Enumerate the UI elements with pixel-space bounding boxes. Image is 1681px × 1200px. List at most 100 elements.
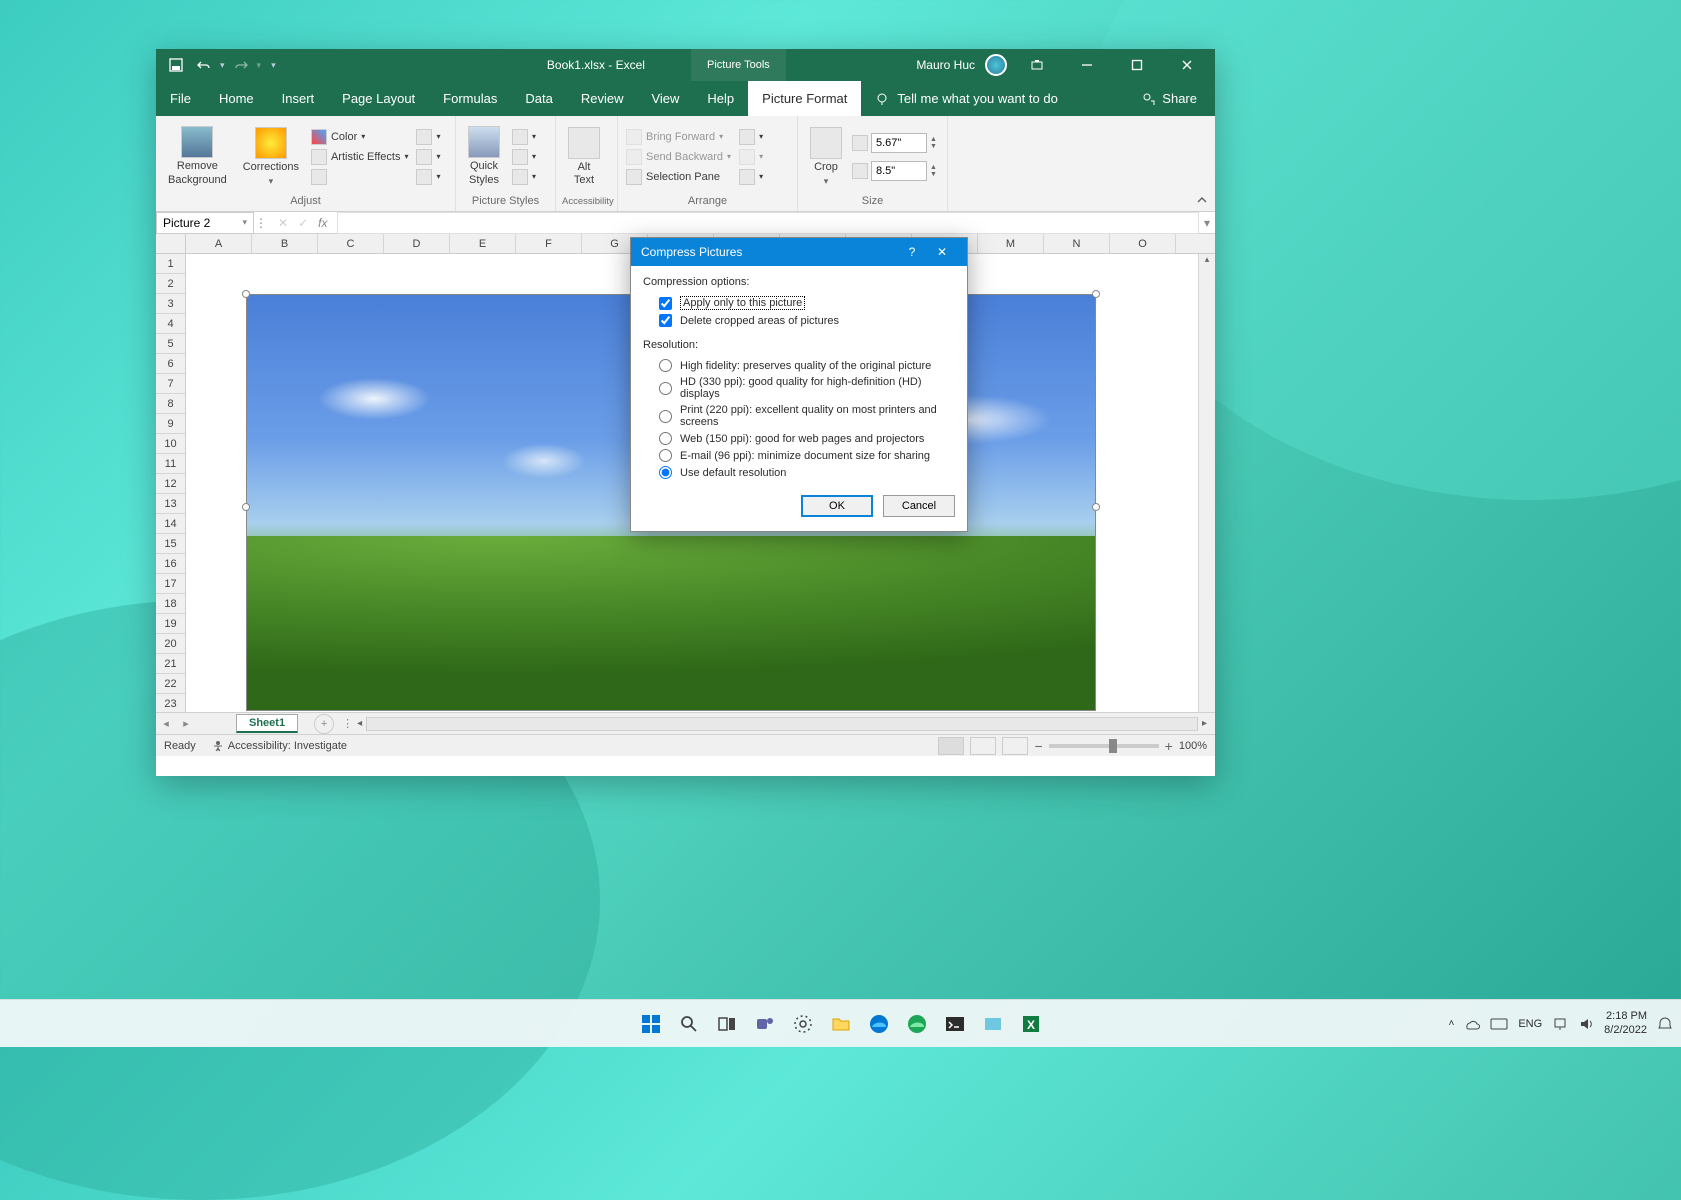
tab-insert[interactable]: Insert — [268, 81, 329, 116]
row-header[interactable]: 18 — [156, 594, 186, 614]
email-radio[interactable] — [659, 449, 672, 462]
resize-handle[interactable] — [1092, 290, 1100, 298]
picture-effects-button[interactable]: ▾ — [510, 148, 538, 166]
width-spinner-up[interactable]: ▲ — [930, 164, 937, 171]
cancel-formula-icon[interactable]: ✕ — [278, 216, 288, 230]
terminal-icon[interactable] — [939, 1008, 971, 1040]
file-explorer-icon[interactable] — [825, 1008, 857, 1040]
row-header[interactable]: 8 — [156, 394, 186, 414]
tab-data[interactable]: Data — [511, 81, 566, 116]
row-header[interactable]: 19 — [156, 614, 186, 634]
tab-file[interactable]: File — [156, 81, 205, 116]
col-header[interactable]: D — [384, 234, 450, 253]
select-all-corner[interactable] — [156, 234, 186, 253]
col-header[interactable]: E — [450, 234, 516, 253]
row-header[interactable]: 23 — [156, 694, 186, 712]
quick-styles-button[interactable]: Quick Styles — [462, 124, 506, 188]
teams-icon[interactable] — [749, 1008, 781, 1040]
page-break-view-button[interactable] — [1002, 737, 1028, 755]
undo-icon[interactable] — [192, 53, 216, 77]
app-icon[interactable] — [977, 1008, 1009, 1040]
maximize-button[interactable] — [1117, 49, 1157, 81]
col-header[interactable]: C — [318, 234, 384, 253]
save-icon[interactable] — [164, 53, 188, 77]
sheet-tab-sheet1[interactable]: Sheet1 — [236, 714, 298, 733]
tab-view[interactable]: View — [637, 81, 693, 116]
tab-home[interactable]: Home — [205, 81, 268, 116]
row-header[interactable]: 20 — [156, 634, 186, 654]
search-icon[interactable] — [673, 1008, 705, 1040]
redo-icon[interactable] — [229, 53, 253, 77]
language-indicator[interactable]: ENG — [1518, 1018, 1542, 1030]
col-header[interactable]: N — [1044, 234, 1110, 253]
dialog-close-button[interactable]: ✕ — [927, 245, 957, 259]
tab-picture-format[interactable]: Picture Format — [748, 81, 861, 116]
row-header[interactable]: 14 — [156, 514, 186, 534]
tab-help[interactable]: Help — [693, 81, 748, 116]
share-button[interactable]: Share — [1124, 81, 1215, 116]
horizontal-scrollbar[interactable] — [366, 717, 1198, 731]
fx-icon[interactable]: fx — [318, 216, 327, 230]
width-spinner-down[interactable]: ▼ — [930, 171, 937, 178]
onedrive-icon[interactable] — [1464, 1016, 1480, 1032]
width-input[interactable] — [871, 161, 927, 181]
row-header[interactable]: 13 — [156, 494, 186, 514]
minimize-button[interactable] — [1067, 49, 1107, 81]
ribbon-display-options-icon[interactable] — [1017, 49, 1057, 81]
delete-cropped-checkbox[interactable] — [659, 314, 672, 327]
row-header[interactable]: 15 — [156, 534, 186, 554]
volume-icon[interactable] — [1578, 1016, 1594, 1032]
hd-radio[interactable] — [659, 382, 672, 395]
col-header[interactable]: F — [516, 234, 582, 253]
settings-icon[interactable] — [787, 1008, 819, 1040]
tab-page-layout[interactable]: Page Layout — [328, 81, 429, 116]
row-header[interactable]: 12 — [156, 474, 186, 494]
row-header[interactable]: 7 — [156, 374, 186, 394]
col-header[interactable]: O — [1110, 234, 1176, 253]
enter-formula-icon[interactable]: ✓ — [298, 216, 308, 230]
collapse-ribbon-button[interactable] — [1195, 193, 1209, 207]
alt-text-button[interactable]: Alt Text — [562, 125, 606, 189]
row-header[interactable]: 16 — [156, 554, 186, 574]
corrections-button[interactable]: Corrections ▾ — [237, 125, 305, 189]
artistic-effects-button[interactable]: Artistic Effects▾ — [309, 148, 411, 166]
hscroll-left[interactable]: ◂ — [357, 718, 362, 729]
tab-formulas[interactable]: Formulas — [429, 81, 511, 116]
row-header[interactable]: 9 — [156, 414, 186, 434]
tray-chevron-icon[interactable]: ˄ — [1448, 1018, 1454, 1029]
vertical-scrollbar[interactable]: ▴ — [1198, 254, 1215, 712]
height-input[interactable] — [871, 133, 927, 153]
notifications-icon[interactable] — [1657, 1016, 1673, 1032]
excel-app-icon[interactable]: X — [1015, 1008, 1047, 1040]
hscroll-right[interactable]: ▸ — [1202, 718, 1207, 729]
color-button[interactable]: Color▾ — [309, 128, 411, 146]
ok-button[interactable]: OK — [801, 495, 873, 517]
change-picture-button[interactable]: ▾ — [414, 148, 442, 166]
cancel-button[interactable]: Cancel — [883, 495, 955, 517]
col-header[interactable]: M — [978, 234, 1044, 253]
bring-forward-button[interactable]: Bring Forward▾ — [624, 128, 733, 146]
row-header[interactable]: 2 — [156, 274, 186, 294]
network-icon[interactable] — [1552, 1016, 1568, 1032]
row-header[interactable]: 4 — [156, 314, 186, 334]
rotate-button[interactable]: ▾ — [737, 168, 765, 186]
group-button[interactable]: ▾ — [737, 148, 765, 166]
name-box-expand[interactable]: ⋮ — [254, 216, 268, 230]
row-header[interactable]: 5 — [156, 334, 186, 354]
zoom-slider[interactable] — [1049, 744, 1159, 748]
print-radio[interactable] — [659, 410, 672, 423]
dialog-help-button[interactable]: ? — [897, 245, 927, 259]
tab-review[interactable]: Review — [567, 81, 638, 116]
apply-only-checkbox[interactable] — [659, 297, 672, 310]
edge-dev-icon[interactable] — [901, 1008, 933, 1040]
user-avatar[interactable] — [985, 54, 1007, 76]
col-header[interactable]: B — [252, 234, 318, 253]
row-header[interactable]: 21 — [156, 654, 186, 674]
keyboard-icon[interactable] — [1490, 1017, 1508, 1031]
expand-formula-bar[interactable]: ▾ — [1199, 216, 1215, 230]
resize-handle[interactable] — [1092, 503, 1100, 511]
resize-handle[interactable] — [242, 503, 250, 511]
add-sheet-button[interactable]: + — [314, 714, 334, 734]
picture-layout-button[interactable]: ▾ — [510, 168, 538, 186]
send-backward-button[interactable]: Send Backward▾ — [624, 148, 733, 166]
